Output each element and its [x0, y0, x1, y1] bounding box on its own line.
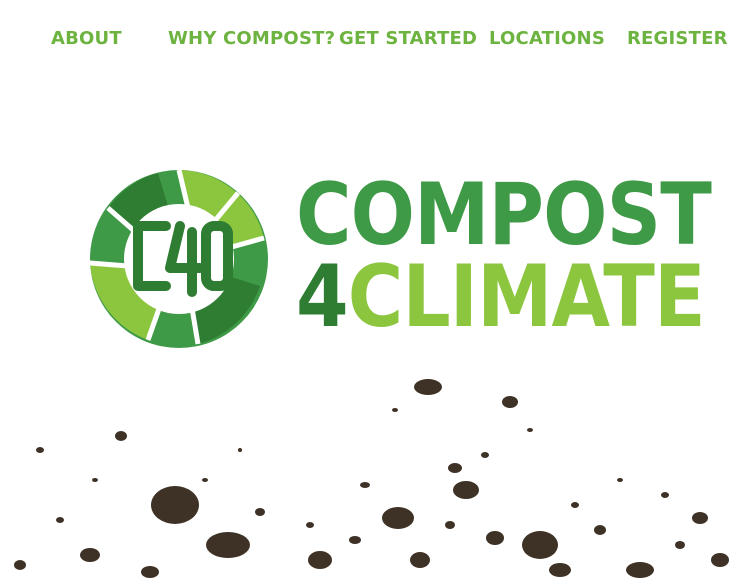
nav-link-locations[interactable]: LOCATIONS: [489, 28, 605, 49]
nav-link-get-started[interactable]: GET STARTED: [339, 28, 477, 49]
nav-link-why-compost[interactable]: WHY COMPOST?: [168, 28, 335, 49]
wordmark-compost: COMPOST: [296, 165, 712, 265]
soil-scatter-decoration: [14, 379, 729, 578]
main-navigation: ABOUT WHY COMPOST? GET STARTED LOCATIONS…: [0, 0, 744, 80]
nav-link-about[interactable]: ABOUT: [51, 28, 122, 49]
nav-link-register[interactable]: REGISTER: [627, 28, 728, 49]
